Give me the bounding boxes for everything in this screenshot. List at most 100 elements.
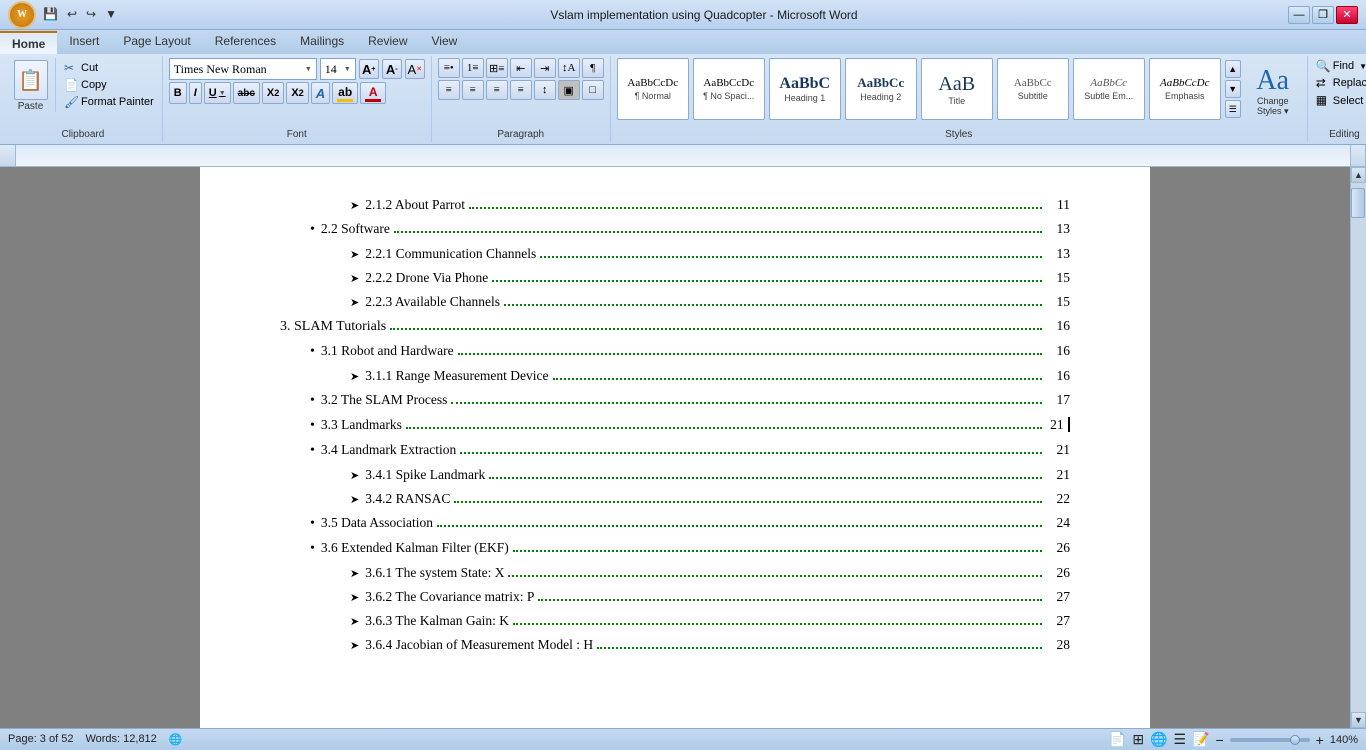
borders-button[interactable]: □ <box>582 80 604 100</box>
tab-mailings[interactable]: Mailings <box>288 30 356 54</box>
tab-references[interactable]: References <box>203 30 288 54</box>
highlight-color-button[interactable]: ab <box>332 82 358 104</box>
style-emphasis[interactable]: AaBbCcDc Emphasis <box>1149 58 1221 120</box>
italic-button[interactable]: I <box>189 82 202 104</box>
style-heading2[interactable]: AaBbCc Heading 2 <box>845 58 917 120</box>
scroll-track[interactable] <box>1351 183 1366 712</box>
toc-container: ➤ 2.1.2 About Parrot 11 • 2.2 Software 1… <box>280 197 1070 653</box>
style-normal[interactable]: AaBbCcDc ¶ Normal <box>617 58 689 120</box>
align-left-button[interactable]: ≡ <box>438 80 460 100</box>
clear-format-button[interactable]: A✕ <box>405 59 425 79</box>
replace-button[interactable]: ⇄ Replace <box>1314 75 1366 91</box>
scroll-up-button[interactable]: ▲ <box>1351 167 1366 183</box>
quick-access-toolbar: 💾 ↩ ↪ ▼ <box>40 6 120 23</box>
superscript-button[interactable]: X2 <box>286 82 308 104</box>
scroll-down-button[interactable]: ▼ <box>1351 712 1366 728</box>
font-size-arrow: ▼ <box>344 65 351 73</box>
shading-button[interactable]: ▣ <box>558 80 580 100</box>
numbering-button[interactable]: 1≡ <box>462 58 484 78</box>
zoom-slider-thumb[interactable] <box>1290 735 1300 745</box>
underline-button[interactable]: U▼ <box>204 82 231 104</box>
tab-home[interactable]: Home <box>0 31 57 54</box>
style-title-label: Title <box>948 96 965 106</box>
increase-indent-button[interactable]: ⇥ <box>534 58 556 78</box>
paste-button[interactable]: 📋 Paste <box>10 58 56 112</box>
font-name-arrow: ▼ <box>305 65 312 73</box>
tab-insert[interactable]: Insert <box>57 30 111 54</box>
styles-down-button[interactable]: ▼ <box>1225 80 1241 98</box>
office-button[interactable]: W <box>8 1 36 29</box>
decrease-font-button[interactable]: A- <box>382 59 402 79</box>
find-button[interactable]: 🔍 Find ▼ <box>1314 58 1366 74</box>
align-right-button[interactable]: ≡ <box>486 80 508 100</box>
decrease-indent-button[interactable]: ⇤ <box>510 58 532 78</box>
styles-up-button[interactable]: ▲ <box>1225 60 1241 78</box>
tab-review[interactable]: Review <box>356 30 419 54</box>
format-painter-button[interactable]: 🖌 Format Painter <box>62 94 156 110</box>
toc-page: 27 <box>1046 589 1070 605</box>
underline-arrow: ▼ <box>219 90 226 97</box>
toc-arrow: ➤ <box>350 199 359 212</box>
copy-label: Copy <box>81 79 107 91</box>
style-no-spacing[interactable]: AaBbCcDc ¶ No Spaci... <box>693 58 765 120</box>
zoom-slider[interactable] <box>1230 738 1310 742</box>
style-emphasis-preview: AaBbCcDc <box>1160 77 1209 89</box>
style-emphasis-label: Emphasis <box>1165 91 1205 101</box>
minimize-button[interactable]: — <box>1288 6 1310 24</box>
toc-text: 2.2.2 Drone Via Phone <box>365 270 488 286</box>
font-color-button[interactable]: A <box>360 82 386 104</box>
toc-page: 21 <box>1046 417 1070 433</box>
save-button[interactable]: 💾 <box>40 6 61 23</box>
scrollbar-vertical[interactable]: ▲ ▼ <box>1350 167 1366 728</box>
zoom-out-button[interactable]: − <box>1215 732 1223 748</box>
styles-more-button[interactable]: ☰ <box>1225 100 1241 118</box>
clipboard-right: ✂ Cut 📄 Copy 🖌 Format Painter <box>62 58 156 110</box>
bold-button[interactable]: B <box>169 82 187 104</box>
tab-page-layout[interactable]: Page Layout <box>111 30 202 54</box>
tab-view[interactable]: View <box>420 30 470 54</box>
text-effects-button[interactable]: A <box>311 82 330 104</box>
toc-text: 3.6.2 The Covariance matrix: P <box>365 589 534 605</box>
style-subtitle[interactable]: AaBbCc Subtitle <box>997 58 1069 120</box>
subscript-button[interactable]: X2 <box>262 82 284 104</box>
show-formatting-button[interactable]: ¶ <box>582 58 604 78</box>
cut-button[interactable]: ✂ Cut <box>62 60 156 76</box>
paste-icon: 📋 <box>14 60 48 100</box>
close-button[interactable]: ✕ <box>1336 6 1358 24</box>
toc-text: 3.6.4 Jacobian of Measurement Model : H <box>365 637 593 653</box>
align-center-button[interactable]: ≡ <box>462 80 484 100</box>
style-subtitle-label: Subtitle <box>1018 91 1048 101</box>
view-web-icon[interactable]: 🌐 <box>1150 731 1167 748</box>
view-print-icon[interactable]: 📄 <box>1109 731 1126 748</box>
zoom-in-button[interactable]: + <box>1316 732 1324 748</box>
select-button[interactable]: ▦ Select ▾ <box>1314 92 1366 108</box>
view-fullscreen-icon[interactable]: ⊞ <box>1132 731 1144 748</box>
toc-text: 3.4.1 Spike Landmark <box>365 467 485 483</box>
view-outline-icon[interactable]: ☰ <box>1173 731 1186 748</box>
justify-button[interactable]: ≡ <box>510 80 532 100</box>
redo-button[interactable]: ↪ <box>83 6 99 23</box>
toc-entry: ➤ 2.2.3 Available Channels 15 <box>350 294 1070 310</box>
font-size-box[interactable]: 14 ▼ <box>320 58 356 80</box>
status-right: 📄 ⊞ 🌐 ☰ 📝 − + 140% <box>1109 731 1358 748</box>
style-title[interactable]: AaB Title <box>921 58 993 120</box>
toc-entry: ➤ 3.6.3 The Kalman Gain: K 27 <box>350 613 1070 629</box>
scroll-thumb[interactable] <box>1351 188 1365 218</box>
line-spacing-button[interactable]: ↕ <box>534 80 556 100</box>
restore-button[interactable]: ❐ <box>1312 6 1334 24</box>
font-name-box[interactable]: Times New Roman ▼ <box>169 58 317 80</box>
view-draft-icon[interactable]: 📝 <box>1192 731 1209 748</box>
toc-entry: • 3.2 The SLAM Process 17 <box>310 392 1070 409</box>
strikethrough-button[interactable]: abc <box>233 82 260 104</box>
change-styles-button[interactable]: Aa ChangeStyles ▾ <box>1245 61 1301 117</box>
multilevel-list-button[interactable]: ⊞≡ <box>486 58 508 78</box>
style-heading1[interactable]: AaBbC Heading 1 <box>769 58 841 120</box>
undo-button[interactable]: ↩ <box>64 6 80 23</box>
style-subtle-emphasis[interactable]: AaBbCc Subtle Em... <box>1073 58 1145 120</box>
bullets-button[interactable]: ≡• <box>438 58 460 78</box>
increase-font-button[interactable]: A+ <box>359 59 379 79</box>
copy-button[interactable]: 📄 Copy <box>62 77 156 93</box>
toc-text: 2.2 Software <box>321 221 390 237</box>
customize-button[interactable]: ▼ <box>102 6 120 23</box>
sort-button[interactable]: ↕A <box>558 58 580 78</box>
